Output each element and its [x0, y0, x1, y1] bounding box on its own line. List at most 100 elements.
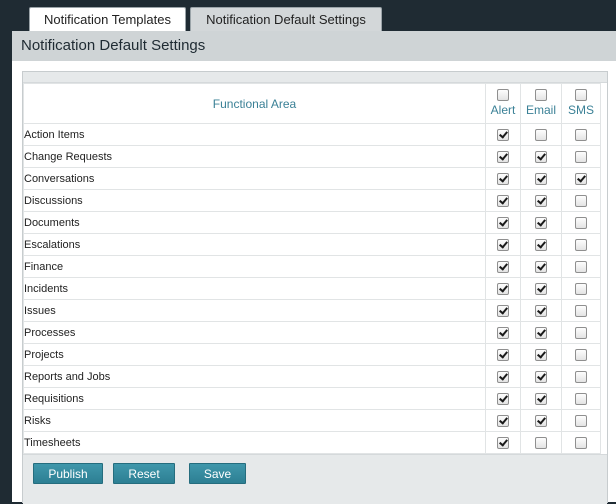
functional-area-name: Reports and Jobs: [23, 365, 486, 388]
functional-area-name: Action Items: [23, 123, 486, 146]
alert-checkbox[interactable]: [497, 172, 509, 185]
alert-cell: [485, 189, 521, 212]
email-cell: [520, 321, 562, 344]
alert-checkbox[interactable]: [497, 304, 509, 317]
select-all-sms-checkbox[interactable]: [575, 89, 587, 101]
settings-card: Functional Area Alert Email SMS Action I…: [22, 71, 608, 504]
email-cell: [520, 409, 562, 432]
select-all-alert-checkbox[interactable]: [497, 89, 509, 101]
email-checkbox[interactable]: [535, 260, 547, 273]
table-header-row: Functional Area Alert Email SMS: [23, 83, 601, 124]
sms-cell: [561, 233, 601, 256]
table-row: Documents: [23, 211, 601, 234]
functional-area-name: Issues: [23, 299, 486, 322]
alert-cell: [485, 409, 521, 432]
sms-cell: [561, 409, 601, 432]
email-cell: [520, 277, 562, 300]
alert-checkbox[interactable]: [497, 282, 509, 295]
card-top-strip: [23, 72, 607, 83]
email-checkbox[interactable]: [535, 282, 547, 295]
email-checkbox[interactable]: [535, 304, 547, 317]
sms-checkbox[interactable]: [575, 282, 587, 295]
sms-cell: [561, 277, 601, 300]
alert-checkbox[interactable]: [497, 414, 509, 427]
table-row: Conversations: [23, 167, 601, 190]
email-checkbox[interactable]: [535, 392, 547, 405]
table-row: Escalations: [23, 233, 601, 256]
column-header-email: Email: [520, 83, 562, 124]
sms-cell: [561, 343, 601, 366]
alert-cell: [485, 167, 521, 190]
email-checkbox[interactable]: [535, 128, 547, 141]
sms-checkbox[interactable]: [575, 238, 587, 251]
sms-cell: [561, 123, 601, 146]
alert-checkbox[interactable]: [497, 370, 509, 383]
alert-checkbox[interactable]: [497, 194, 509, 207]
publish-button[interactable]: Publish: [33, 463, 103, 484]
alert-cell: [485, 233, 521, 256]
email-checkbox[interactable]: [535, 436, 547, 449]
alert-checkbox[interactable]: [497, 436, 509, 449]
email-checkbox[interactable]: [535, 348, 547, 361]
select-all-email-checkbox[interactable]: [535, 89, 547, 101]
alert-cell: [485, 123, 521, 146]
column-header-alert-label: Alert: [490, 103, 516, 117]
sms-checkbox[interactable]: [575, 370, 587, 383]
table-row: Finance: [23, 255, 601, 278]
email-cell: [520, 431, 562, 454]
column-header-alert: Alert: [485, 83, 521, 124]
functional-area-name: Escalations: [23, 233, 486, 256]
email-checkbox[interactable]: [535, 216, 547, 229]
email-checkbox[interactable]: [535, 370, 547, 383]
alert-checkbox[interactable]: [497, 238, 509, 251]
alert-cell: [485, 255, 521, 278]
email-checkbox[interactable]: [535, 194, 547, 207]
sms-checkbox[interactable]: [575, 260, 587, 273]
save-button[interactable]: Save: [189, 463, 246, 484]
sms-checkbox[interactable]: [575, 326, 587, 339]
sms-checkbox[interactable]: [575, 304, 587, 317]
tab-notification-default-settings[interactable]: Notification Default Settings: [190, 7, 382, 31]
alert-checkbox[interactable]: [497, 150, 509, 163]
action-toolbar: Publish Reset Save: [23, 454, 607, 504]
email-cell: [520, 387, 562, 410]
sms-checkbox[interactable]: [575, 194, 587, 207]
functional-area-name: Processes: [23, 321, 486, 344]
email-cell: [520, 189, 562, 212]
sms-checkbox[interactable]: [575, 414, 587, 427]
sms-cell: [561, 321, 601, 344]
sms-checkbox[interactable]: [575, 216, 587, 229]
alert-checkbox[interactable]: [497, 392, 509, 405]
panel-title: Notification Default Settings: [12, 31, 616, 61]
alert-cell: [485, 145, 521, 168]
functional-area-name: Incidents: [23, 277, 486, 300]
sms-checkbox[interactable]: [575, 348, 587, 361]
alert-checkbox[interactable]: [497, 326, 509, 339]
sms-cell: [561, 145, 601, 168]
sms-cell: [561, 365, 601, 388]
reset-button[interactable]: Reset: [113, 463, 175, 484]
alert-checkbox[interactable]: [497, 128, 509, 141]
alert-checkbox[interactable]: [497, 216, 509, 229]
sms-checkbox[interactable]: [575, 150, 587, 163]
sms-checkbox[interactable]: [575, 128, 587, 141]
tab-bar: Notification Templates Notification Defa…: [0, 0, 616, 31]
sms-checkbox[interactable]: [575, 436, 587, 449]
email-cell: [520, 343, 562, 366]
panel-body: Functional Area Alert Email SMS Action I…: [12, 61, 616, 504]
alert-checkbox[interactable]: [497, 260, 509, 273]
email-checkbox[interactable]: [535, 172, 547, 185]
email-checkbox[interactable]: [535, 414, 547, 427]
sms-cell: [561, 299, 601, 322]
tab-notification-templates[interactable]: Notification Templates: [29, 7, 186, 31]
email-checkbox[interactable]: [535, 326, 547, 339]
alert-checkbox[interactable]: [497, 348, 509, 361]
table-row: Processes: [23, 321, 601, 344]
table-row: Timesheets: [23, 431, 601, 454]
sms-checkbox[interactable]: [575, 392, 587, 405]
email-checkbox[interactable]: [535, 238, 547, 251]
email-checkbox[interactable]: [535, 150, 547, 163]
sms-checkbox[interactable]: [575, 172, 587, 185]
column-header-functional-area: Functional Area: [23, 83, 486, 124]
column-header-sms-label: SMS: [567, 103, 594, 117]
